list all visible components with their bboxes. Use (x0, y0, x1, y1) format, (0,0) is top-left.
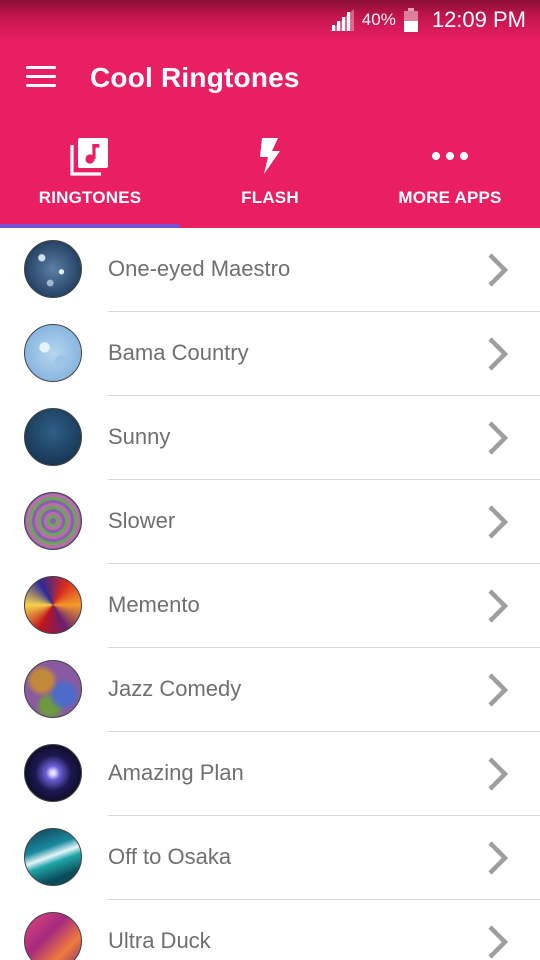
list-item[interactable]: Memento (0, 564, 540, 648)
ringtone-thumbnail (24, 828, 82, 886)
ringtone-name: Bama Country (108, 340, 249, 365)
chevron-right-icon (488, 505, 509, 539)
app-title: Cool Ringtones (90, 62, 300, 93)
clock: 12:09 PM (431, 7, 526, 32)
chevron-right-icon (488, 841, 509, 875)
list-item[interactable]: Ultra Duck (0, 900, 540, 960)
ringtone-thumbnail (24, 912, 82, 960)
ringtone-name: One-eyed Maestro (108, 256, 291, 281)
ringtone-name: Slower (108, 508, 176, 533)
ringtone-name: Amazing Plan (108, 760, 244, 785)
music-library-icon (70, 138, 108, 176)
list-item[interactable]: Slower (0, 480, 540, 564)
chevron-right-icon (488, 421, 509, 455)
chevron-right-icon (488, 337, 509, 371)
ringtone-name: Ultra Duck (108, 928, 211, 953)
tab-bar: RINGTONES FLASH MORE APPS (0, 130, 540, 228)
tab-more-apps[interactable]: MORE APPS (360, 130, 540, 228)
list-item[interactable]: Sunny (0, 396, 540, 480)
ringtone-name: Sunny (108, 424, 171, 449)
list-item[interactable]: One-eyed Maestro (0, 228, 540, 312)
ringtone-name: Off to Osaka (108, 844, 232, 869)
flash-icon (260, 138, 280, 174)
battery-percentage: 40% (361, 10, 396, 29)
tab-more-apps-label: MORE APPS (398, 188, 502, 207)
tab-ringtones-label: RINGTONES (38, 188, 142, 207)
ringtone-thumbnail (24, 240, 82, 298)
ringtone-thumbnail (24, 576, 82, 634)
tab-flash-label: FLASH (241, 188, 299, 207)
chevron-right-icon (488, 589, 509, 623)
list-item[interactable]: Amazing Plan (0, 732, 540, 816)
tab-flash[interactable]: FLASH (180, 130, 360, 228)
chevron-right-icon (488, 757, 509, 791)
chevron-right-icon (488, 925, 509, 959)
hamburger-menu-icon[interactable] (26, 66, 56, 88)
more-horizontal-icon (432, 152, 468, 160)
ringtone-thumbnail (24, 660, 82, 718)
ringtone-thumbnail (24, 744, 82, 802)
list-item[interactable]: Off to Osaka (0, 816, 540, 900)
list-item[interactable]: Bama Country (0, 312, 540, 396)
ringtone-name: Memento (108, 592, 200, 617)
ringtone-thumbnail (24, 492, 82, 550)
chevron-right-icon (488, 253, 509, 287)
signal-icon (329, 9, 354, 31)
ringtone-list: One-eyed Maestro Bama Country Sunny Slow… (0, 228, 540, 960)
app-bar: Cool Ringtones RINGTONES FLASH MORE APPS (0, 40, 540, 228)
tab-ringtones[interactable]: RINGTONES (0, 130, 180, 228)
chevron-right-icon (488, 673, 509, 707)
status-bar: 40% 12:09 PM (0, 0, 540, 40)
list-item[interactable]: Jazz Comedy (0, 648, 540, 732)
status-icons: 40% 12:09 PM (329, 0, 526, 40)
battery-icon (403, 8, 418, 32)
ringtone-thumbnail (24, 324, 82, 382)
ringtone-thumbnail (24, 408, 82, 466)
ringtone-name: Jazz Comedy (108, 676, 242, 701)
